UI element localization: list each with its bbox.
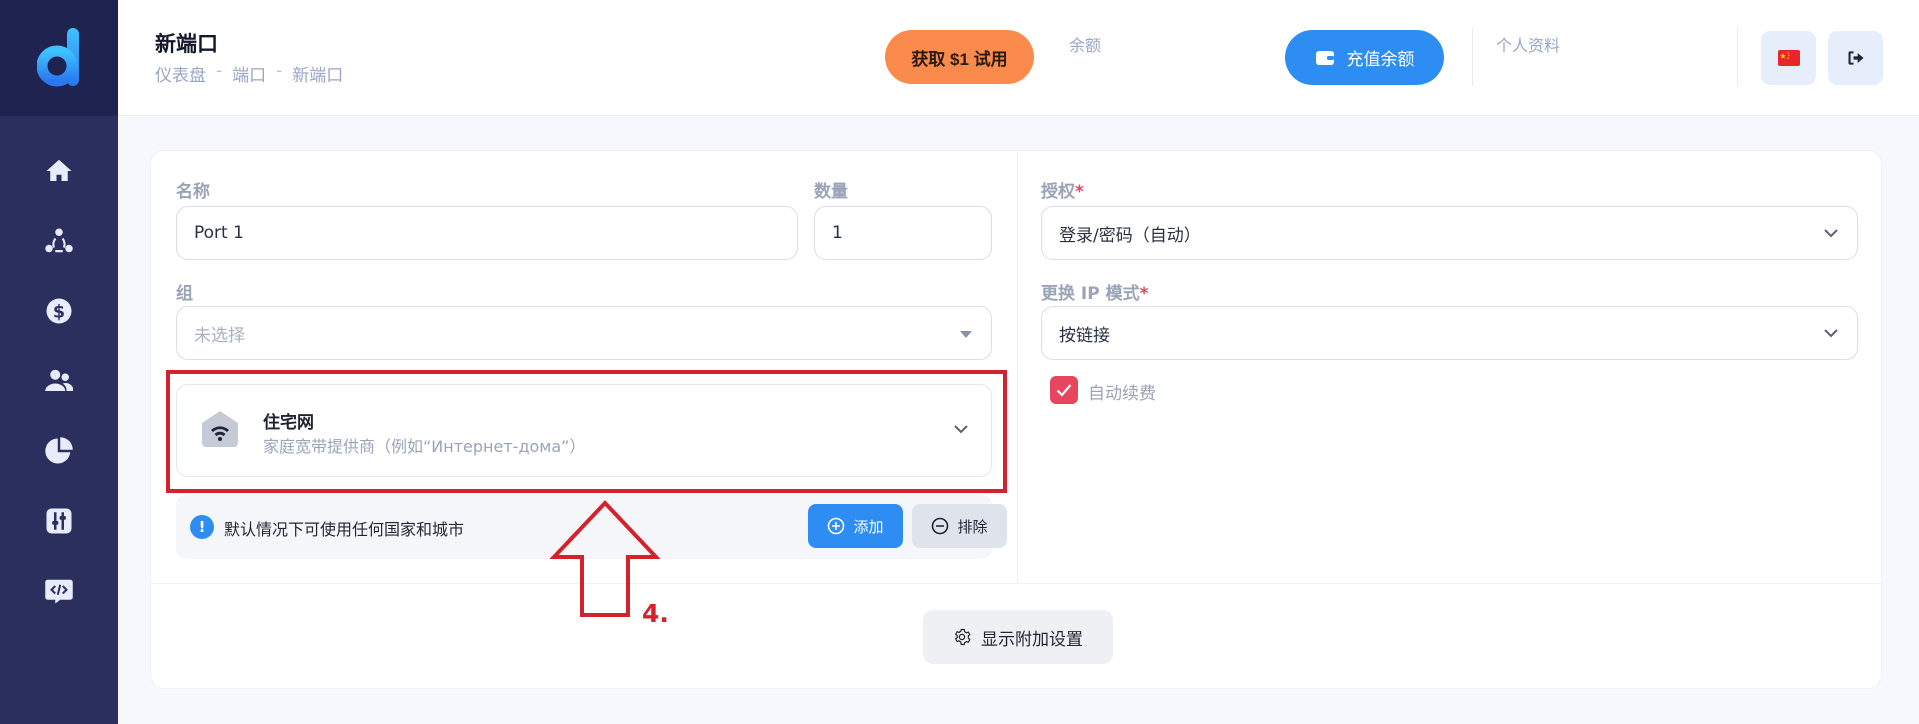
logo-icon <box>37 28 79 87</box>
checkmark-icon <box>1056 384 1072 397</box>
column-divider <box>1017 151 1018 583</box>
page-title: 新端口 <box>155 32 218 56</box>
info-icon: ! <box>190 515 214 539</box>
annotation-step-label: 4. <box>642 599 669 628</box>
show-more-settings-button[interactable]: 显示附加设置 <box>923 610 1113 664</box>
show-more-settings-label: 显示附加设置 <box>981 629 1083 649</box>
breadcrumb-separator: - <box>276 61 283 81</box>
footer-divider <box>151 583 1883 584</box>
network-icon <box>45 228 73 253</box>
exclude-location-label: 排除 <box>957 518 988 536</box>
quantity-input[interactable]: 1 <box>814 206 992 260</box>
chevron-down-icon <box>1824 229 1838 238</box>
breadcrumb-ports[interactable]: 端口 <box>232 61 266 86</box>
auth-select[interactable]: 登录/密码（自动） <box>1041 206 1858 260</box>
required-mark: * <box>1075 182 1084 202</box>
auth-value: 登录/密码（自动） <box>1059 225 1201 246</box>
quantity-value: 1 <box>832 223 843 243</box>
ip-mode-label: 更换 IP 模式* <box>1041 279 1149 304</box>
plus-circle-icon <box>828 517 845 535</box>
sidebar-nav: $ <box>0 116 118 626</box>
get-trial-button[interactable]: 获取 $1 试用 <box>885 30 1034 84</box>
sidebar-item-network[interactable] <box>0 206 118 276</box>
ip-mode-value: 按链接 <box>1059 325 1110 346</box>
topup-balance-label: 充值余额 <box>1346 50 1415 69</box>
profile-link[interactable]: 个人资料 <box>1496 32 1560 56</box>
header-divider <box>1472 28 1473 86</box>
header-divider <box>1737 28 1738 86</box>
breadcrumb-dashboard[interactable]: 仪表盘 <box>155 61 206 86</box>
home-icon <box>46 159 72 181</box>
required-mark: * <box>1139 284 1149 304</box>
add-location-label: 添加 <box>853 518 884 536</box>
quantity-label: 数量 <box>814 182 848 202</box>
sidebar-item-statistics[interactable] <box>0 416 118 486</box>
sidebar-item-home[interactable] <box>0 136 118 206</box>
annotation-highlight-box <box>166 370 1007 493</box>
sidebar: $ <box>0 0 118 724</box>
pie-chart-icon <box>45 437 73 464</box>
gear-icon <box>954 628 971 646</box>
logout-button[interactable] <box>1828 31 1883 85</box>
wallet-icon <box>1315 50 1334 65</box>
svg-text:$: $ <box>53 302 65 322</box>
ip-mode-select[interactable]: 按链接 <box>1041 306 1858 360</box>
sliders-icon <box>46 508 72 534</box>
top-header: 新端口 仪表盘 - 端口 - 新端口 获取 $1 试用 余额 充值余额 个人资料 <box>118 0 1919 116</box>
minus-circle-icon <box>932 517 949 535</box>
name-value: Port 1 <box>194 223 244 243</box>
group-select[interactable]: 未选择 <box>176 306 992 360</box>
language-button[interactable] <box>1761 31 1816 85</box>
name-input[interactable]: Port 1 <box>176 206 798 260</box>
name-label: 名称 <box>176 182 210 202</box>
auto-renew-checkbox[interactable] <box>1050 376 1078 404</box>
exclude-location-button[interactable]: 排除 <box>912 504 1007 548</box>
group-label: 组 <box>176 284 193 304</box>
logout-icon <box>1848 51 1863 65</box>
add-location-button[interactable]: 添加 <box>808 504 903 548</box>
breadcrumb-separator: - <box>216 61 223 81</box>
china-flag-icon <box>1777 50 1800 66</box>
logo[interactable] <box>0 0 118 116</box>
auto-renew-label[interactable]: 自动续费 <box>1088 379 1156 404</box>
topup-balance-button[interactable]: 充值余额 <box>1285 30 1444 85</box>
ip-mode-label-text: 更换 IP 模式 <box>1041 284 1140 304</box>
dollar-icon: $ <box>46 298 72 324</box>
sidebar-item-settings[interactable] <box>0 486 118 556</box>
balance-label: 余额 <box>1069 36 1102 55</box>
code-icon <box>45 579 73 604</box>
breadcrumb: 仪表盘 - 端口 - 新端口 <box>155 61 343 86</box>
users-icon <box>45 369 74 391</box>
auth-label: 授权* <box>1041 177 1084 202</box>
group-placeholder: 未选择 <box>194 325 245 346</box>
chevron-down-icon <box>1824 329 1838 338</box>
caret-down-icon <box>960 331 972 338</box>
sidebar-item-billing[interactable]: $ <box>0 276 118 346</box>
sidebar-item-users[interactable] <box>0 346 118 416</box>
sidebar-item-api[interactable] <box>0 556 118 626</box>
location-info-text: 默认情况下可使用任何国家和城市 <box>224 520 465 539</box>
auth-label-text: 授权 <box>1041 182 1075 202</box>
breadcrumb-current: 新端口 <box>292 66 344 86</box>
